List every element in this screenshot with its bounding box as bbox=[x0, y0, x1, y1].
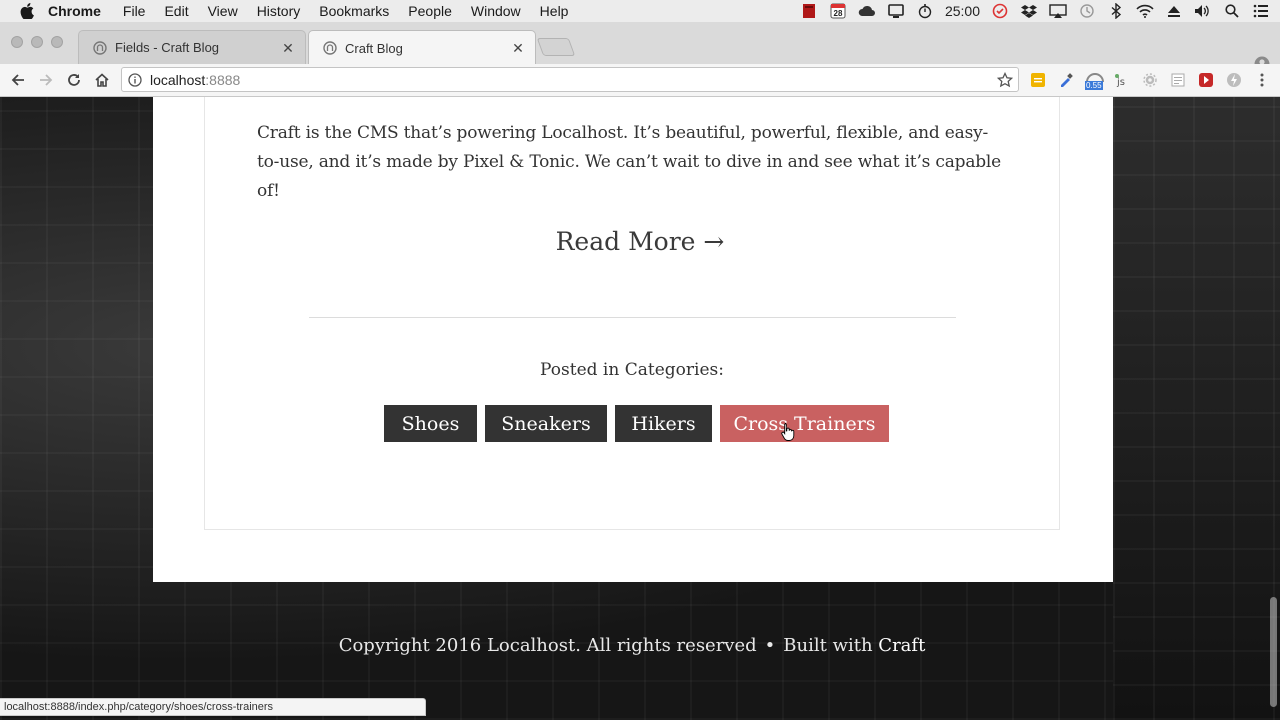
bluetooth-icon[interactable] bbox=[1107, 3, 1125, 19]
chrome-menu-icon[interactable] bbox=[1253, 71, 1271, 89]
apple-icon[interactable] bbox=[20, 3, 36, 19]
reader-icon[interactable] bbox=[1169, 71, 1187, 89]
display-icon[interactable] bbox=[887, 3, 905, 19]
menu-bar-status-area: 28 25:00 bbox=[800, 0, 1270, 22]
calendar-day: 28 bbox=[833, 8, 843, 18]
home-icon[interactable] bbox=[92, 70, 112, 90]
window-controls bbox=[11, 36, 63, 48]
performance-gauge-icon[interactable]: 0.55 bbox=[1084, 71, 1106, 90]
link-status-bubble: localhost:8888/index.php/category/shoes/… bbox=[0, 698, 426, 716]
menu-clock[interactable]: 25:00 bbox=[945, 3, 980, 19]
new-tab-button[interactable] bbox=[536, 38, 576, 56]
reload-icon[interactable] bbox=[64, 70, 84, 90]
page-scrollbar[interactable] bbox=[1265, 97, 1280, 720]
menu-bookmarks[interactable]: Bookmarks bbox=[319, 3, 389, 19]
divider bbox=[309, 317, 956, 318]
close-tab-icon[interactable]: ✕ bbox=[511, 41, 525, 55]
timer-check-icon[interactable] bbox=[991, 3, 1009, 19]
bookmark-star-icon[interactable] bbox=[997, 72, 1013, 88]
extension-notes-icon[interactable] bbox=[1029, 71, 1047, 89]
eject-icon[interactable] bbox=[1165, 3, 1183, 19]
footer-copyright: Copyright 2016 Localhost. All rights res… bbox=[338, 635, 757, 656]
lightning-extension-icon[interactable] bbox=[1225, 71, 1243, 89]
red-app-icon[interactable] bbox=[800, 3, 818, 19]
categories-label: Posted in Categories: bbox=[540, 360, 724, 380]
extension-badge: 0.55 bbox=[1085, 81, 1103, 90]
macos-menu-bar: Chrome File Edit View History Bookmarks … bbox=[0, 0, 1280, 23]
url-host: localhost bbox=[150, 71, 206, 88]
tab-fields-craft-blog[interactable]: Fields - Craft Blog ✕ bbox=[78, 30, 306, 64]
dropbox-icon[interactable] bbox=[1020, 3, 1038, 19]
footer-craft-link[interactable]: Craft bbox=[878, 635, 925, 656]
menu-view[interactable]: View bbox=[208, 3, 238, 19]
volume-icon[interactable] bbox=[1194, 3, 1212, 19]
airplay-icon[interactable] bbox=[1049, 3, 1067, 19]
tab-strip: Fields - Craft Blog ✕ Craft Blog ✕ bbox=[0, 22, 1280, 72]
scrollbar-thumb[interactable] bbox=[1270, 597, 1277, 707]
calendar-icon[interactable]: 28 bbox=[829, 3, 847, 19]
address-bar[interactable]: localhost:8888 bbox=[121, 67, 1019, 92]
menu-help[interactable]: Help bbox=[540, 3, 569, 19]
spotlight-search-icon[interactable] bbox=[1223, 3, 1241, 19]
menu-history[interactable]: History bbox=[257, 3, 301, 19]
page-favicon-icon bbox=[323, 41, 337, 55]
url-port: :8888 bbox=[205, 71, 241, 88]
page-favicon-icon bbox=[93, 40, 107, 55]
svg-text:js: js bbox=[1116, 77, 1125, 88]
eyedropper-icon[interactable] bbox=[1057, 71, 1075, 89]
tab-title: Fields - Craft Blog bbox=[115, 40, 220, 55]
background-image-right bbox=[1113, 97, 1280, 720]
footer-separator: • bbox=[764, 635, 776, 656]
hand-cursor-icon bbox=[781, 423, 795, 441]
category-button-hikers[interactable]: Hikers bbox=[615, 405, 712, 442]
post-excerpt: Craft is the CMS that’s powering Localho… bbox=[257, 123, 1002, 201]
browser-toolbar: localhost:8888 0.55 js bbox=[0, 64, 1280, 97]
footer-built-with: Built with bbox=[783, 635, 873, 656]
menu-edit[interactable]: Edit bbox=[164, 3, 188, 19]
read-more-link[interactable]: Read More → bbox=[0, 227, 1280, 256]
menu-file[interactable]: File bbox=[123, 3, 146, 19]
back-icon[interactable] bbox=[8, 70, 28, 90]
stopwatch-icon[interactable] bbox=[916, 3, 934, 19]
category-button-shoes[interactable]: Shoes bbox=[384, 405, 477, 442]
cloud-icon[interactable] bbox=[858, 3, 876, 19]
site-footer: Copyright 2016 Localhost. All rights res… bbox=[0, 635, 1264, 656]
menu-people[interactable]: People bbox=[408, 3, 452, 19]
js-extension-icon[interactable]: js bbox=[1113, 71, 1131, 89]
zoom-window-button[interactable] bbox=[51, 36, 63, 48]
wifi-icon[interactable] bbox=[1136, 3, 1154, 19]
close-window-button[interactable] bbox=[11, 36, 23, 48]
notification-center-icon[interactable] bbox=[1252, 3, 1270, 19]
settings-gear-icon[interactable] bbox=[1141, 71, 1159, 89]
tab-craft-blog[interactable]: Craft Blog ✕ bbox=[308, 30, 536, 65]
tab-title: Craft Blog bbox=[345, 40, 403, 56]
page-viewport: Craft is the CMS that’s powering Localho… bbox=[0, 97, 1280, 720]
menu-window[interactable]: Window bbox=[471, 3, 521, 19]
site-info-icon[interactable] bbox=[128, 72, 142, 87]
minimize-window-button[interactable] bbox=[31, 36, 43, 48]
forward-icon[interactable] bbox=[36, 70, 56, 90]
category-button-sneakers[interactable]: Sneakers bbox=[485, 405, 607, 442]
close-tab-icon[interactable]: ✕ bbox=[281, 41, 295, 55]
time-machine-icon[interactable] bbox=[1078, 3, 1096, 19]
media-extension-icon[interactable] bbox=[1197, 71, 1215, 89]
category-button-cross-trainers[interactable]: Cross Trainers bbox=[720, 405, 889, 442]
menu-app-chrome[interactable]: Chrome bbox=[48, 3, 101, 19]
